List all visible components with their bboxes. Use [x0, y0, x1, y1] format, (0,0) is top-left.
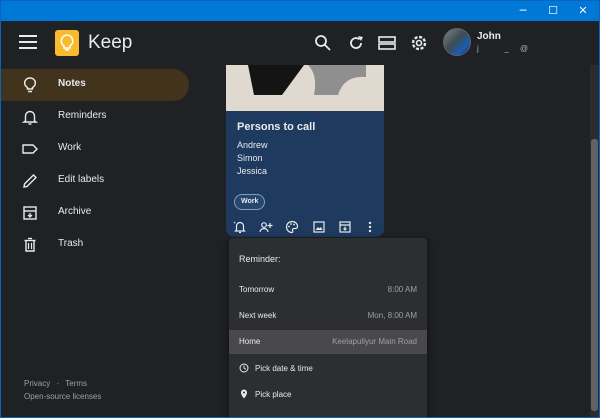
app-header: Keep John j _ @: [1, 21, 599, 65]
sidebar-item-label: Notes: [58, 78, 86, 89]
palette-icon[interactable]: [285, 220, 299, 234]
reminder-option-label: Pick date & time: [255, 364, 313, 373]
trash-icon: [24, 237, 36, 252]
image-icon[interactable]: [312, 220, 326, 234]
reminder-option-label: Tomorrow: [239, 285, 275, 294]
reminder-option-tomorrow[interactable]: Tomorrow 8:00 AM: [229, 278, 427, 302]
reminder-menu-header: Reminder:: [239, 254, 281, 264]
archive-icon[interactable]: [338, 220, 352, 234]
list-view-icon[interactable]: [377, 33, 397, 53]
terms-link[interactable]: Terms: [65, 379, 87, 388]
reminder-option-label: Next week: [239, 311, 277, 320]
sidebar-item-label: Work: [58, 142, 82, 153]
footer-separator: ·: [56, 379, 60, 388]
reminder-option-label: Home: [239, 337, 261, 346]
sidebar-item-label: Trash: [58, 238, 84, 249]
note-label-chip[interactable]: Work: [234, 194, 266, 210]
note-image[interactable]: [226, 65, 384, 111]
bell-icon: [21, 110, 39, 125]
menu-icon[interactable]: [19, 35, 37, 49]
sidebar-item-notes[interactable]: Notes: [1, 69, 189, 101]
sidebar-item-archive[interactable]: Archive: [1, 197, 189, 229]
reminder-option-value: Mon, 8:00 AM: [367, 311, 417, 320]
minimize-button[interactable]: ─: [508, 1, 538, 21]
reminder-menu: Reminder: Tomorrow 8:00 AM Next week Mon…: [229, 238, 427, 417]
note-toolbar: +: [226, 217, 384, 237]
note-line: Simon: [237, 153, 263, 163]
clock-icon: [239, 363, 249, 373]
remind-me-icon[interactable]: +: [233, 220, 247, 234]
keep-window: ─ ☐ ✕ Keep John j _ @ Notes Reminders Wo…: [0, 0, 600, 418]
sidebar-item-work[interactable]: Work: [1, 133, 189, 165]
keep-logo[interactable]: [55, 30, 79, 56]
lightbulb-icon: [23, 77, 37, 93]
account-name: John: [477, 31, 501, 42]
label-icon: [22, 144, 38, 154]
archive-icon: [23, 206, 37, 220]
more-icon[interactable]: [363, 220, 377, 234]
sidebar-item-label: Reminders: [58, 110, 107, 121]
pencil-icon: [23, 174, 37, 188]
sidebar-item-reminders[interactable]: Reminders: [1, 101, 189, 133]
account-email: j _ @: [477, 44, 554, 53]
lightbulb-logo-icon: [60, 34, 74, 51]
app-title: Keep: [88, 32, 133, 53]
sidebar-item-trash[interactable]: Trash: [1, 229, 189, 261]
note-title: Persons to call: [237, 121, 316, 133]
reminder-option-home[interactable]: Home Keelapuliyur Main Road: [229, 330, 427, 354]
account-avatar[interactable]: [443, 28, 471, 56]
note-card[interactable]: Persons to call Andrew Simon Jessica Wor…: [226, 65, 384, 237]
sidebar-item-label: Edit labels: [58, 174, 105, 185]
note-line: Andrew: [237, 140, 268, 150]
reminder-option-pick-place[interactable]: Pick place: [229, 383, 427, 407]
sidebar: Notes Reminders Work Edit labels Archive…: [1, 65, 201, 417]
maximize-button[interactable]: ☐: [538, 1, 568, 21]
refresh-icon[interactable]: [346, 33, 366, 53]
search-icon[interactable]: [313, 33, 333, 53]
open-source-licenses-link[interactable]: Open-source licenses: [24, 392, 101, 401]
collaborator-icon[interactable]: [259, 220, 273, 234]
note-image-graphic: [226, 65, 384, 111]
place-icon: [241, 389, 247, 399]
note-line: Jessica: [237, 166, 268, 176]
window-titlebar: ─ ☐ ✕: [1, 1, 599, 21]
scrollbar-thumb[interactable]: [591, 139, 598, 411]
sidebar-item-label: Archive: [58, 206, 92, 217]
reminder-option-value: 8:00 AM: [387, 285, 417, 294]
settings-icon[interactable]: [409, 33, 429, 53]
sidebar-item-edit-labels[interactable]: Edit labels: [1, 165, 189, 197]
reminder-option-next-week[interactable]: Next week Mon, 8:00 AM: [229, 304, 427, 328]
close-button[interactable]: ✕: [568, 1, 598, 21]
reminder-option-pick-date-time[interactable]: Pick date & time: [229, 357, 427, 381]
svg-text:+: +: [233, 220, 236, 225]
sidebar-footer: Privacy · Terms Open-source licenses: [24, 379, 101, 405]
reminder-option-label: Pick place: [255, 390, 292, 399]
privacy-link[interactable]: Privacy: [24, 379, 50, 388]
reminder-option-value: Keelapuliyur Main Road: [332, 337, 417, 346]
